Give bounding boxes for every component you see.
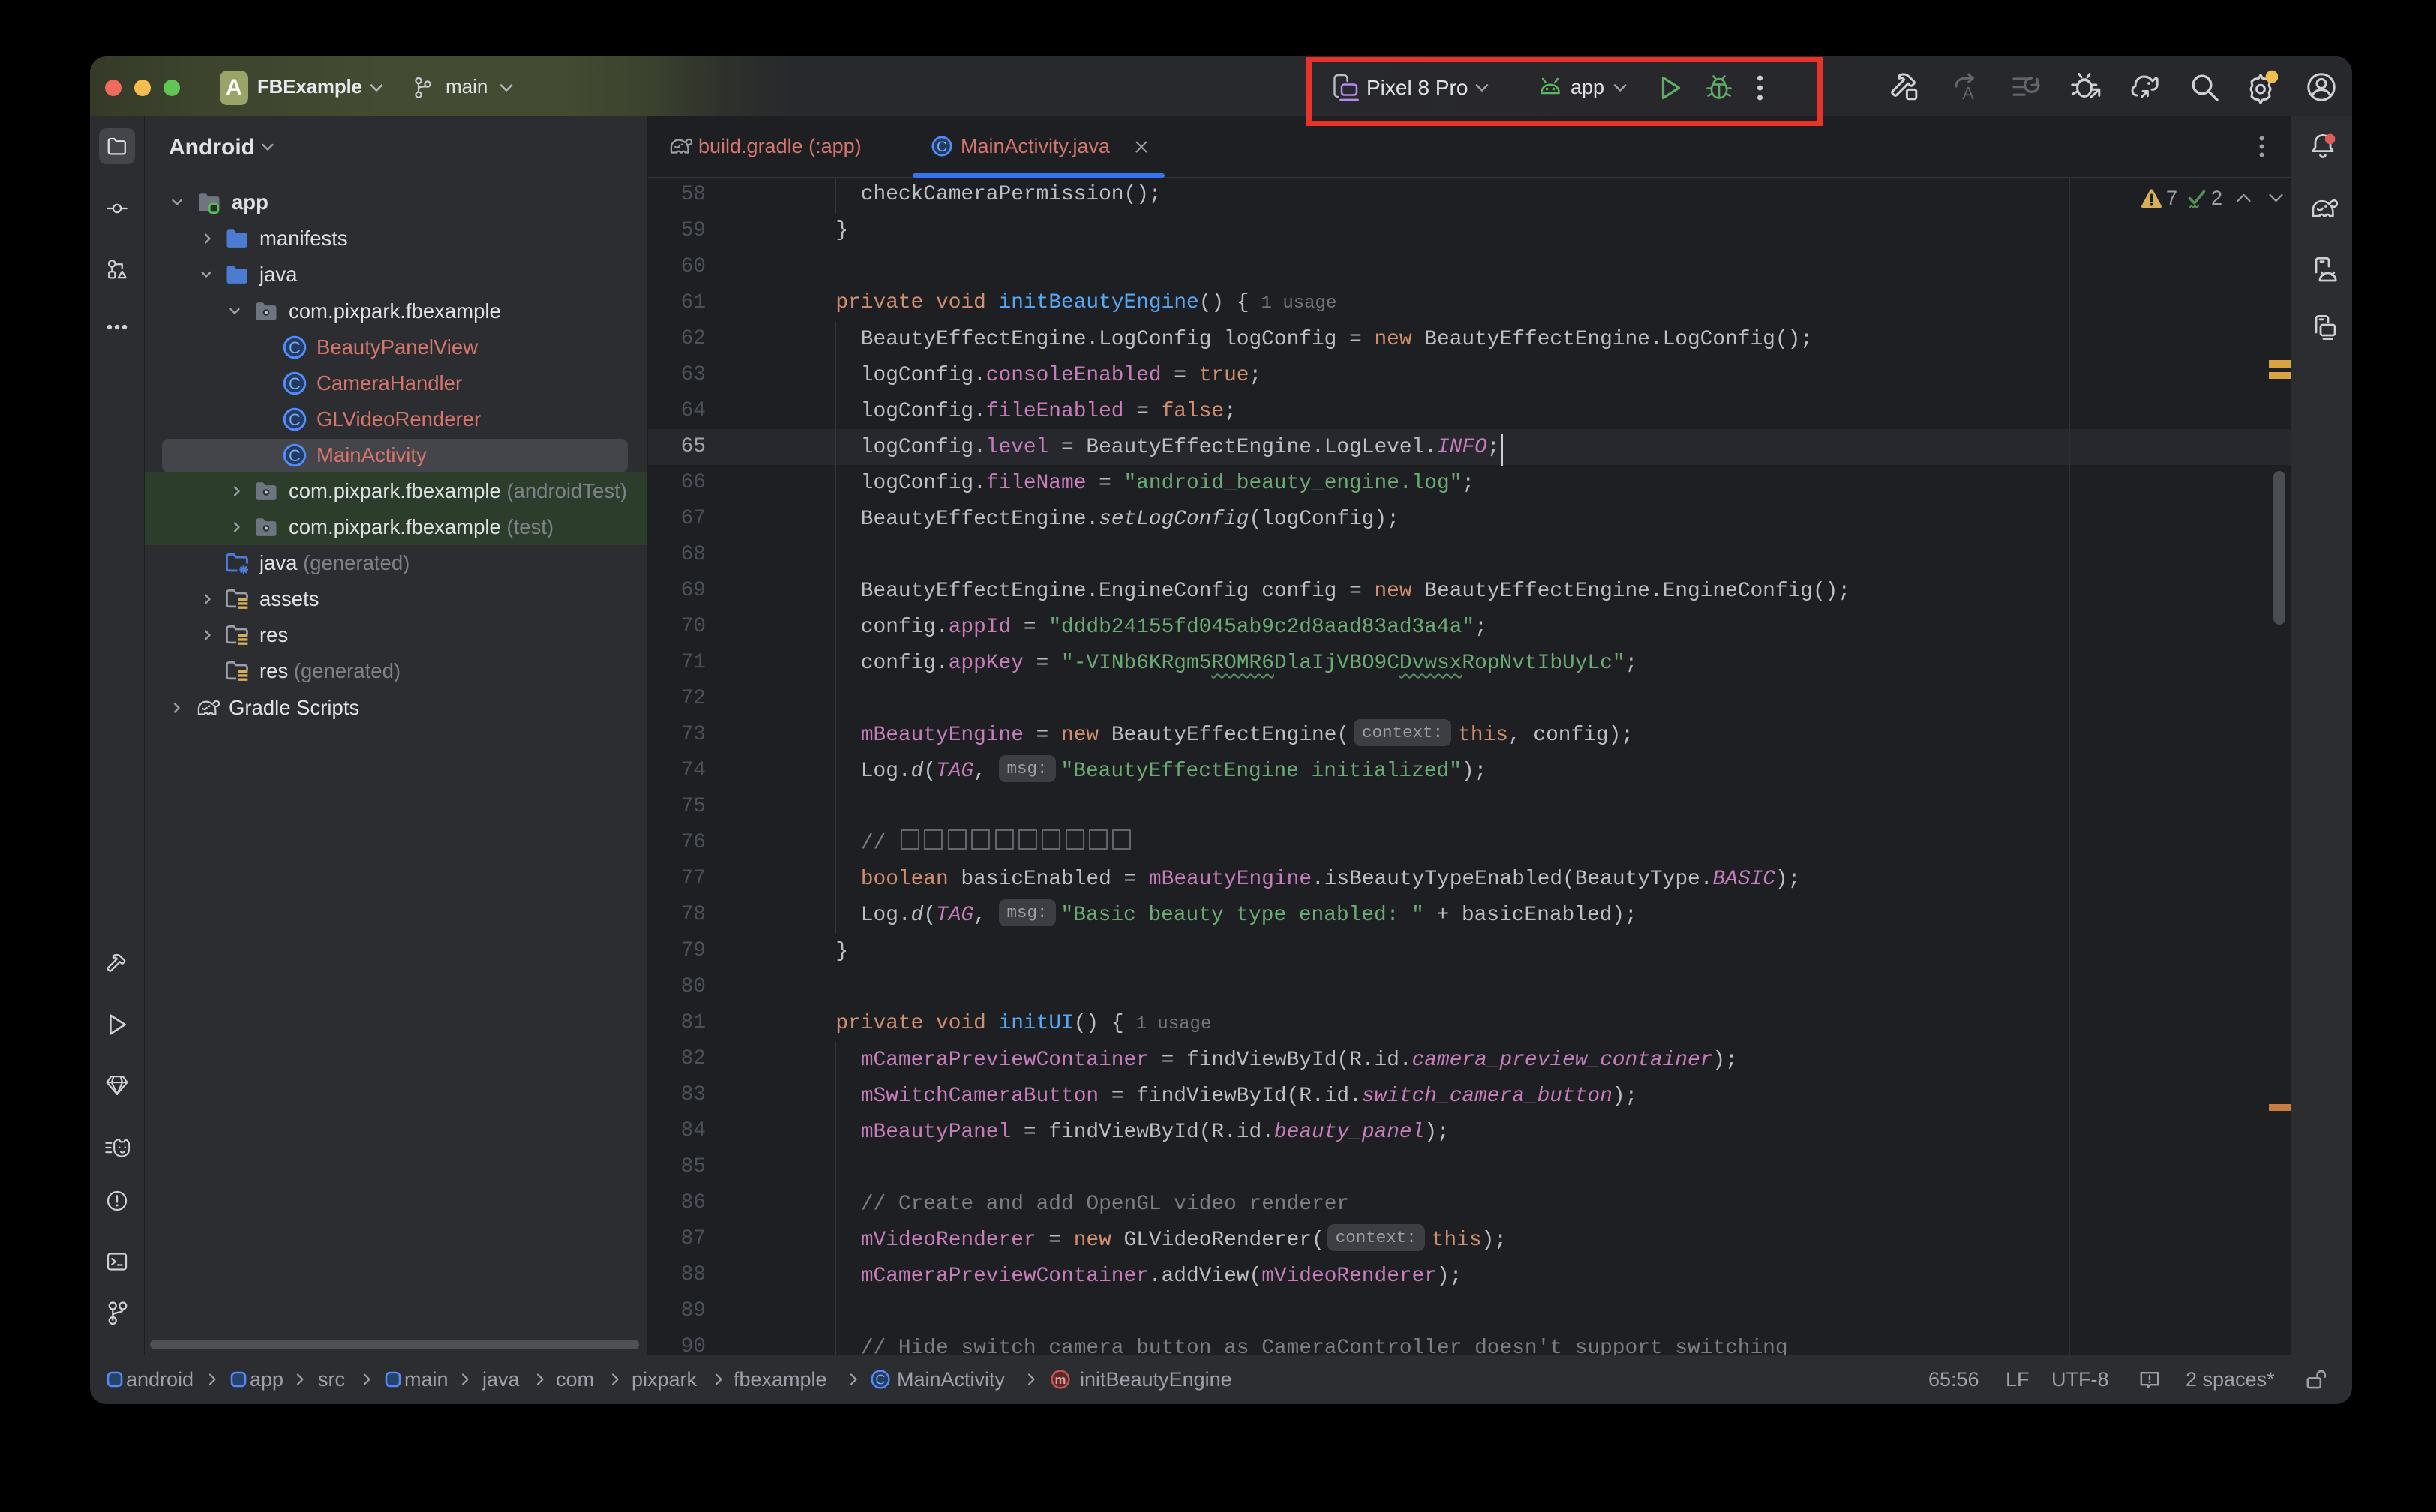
svg-text:C: C: [937, 139, 947, 155]
svg-text:C: C: [289, 446, 301, 465]
svg-text:C: C: [289, 338, 301, 357]
svg-text:C: C: [875, 1372, 885, 1387]
svg-text:C: C: [289, 410, 301, 429]
svg-text:C: C: [289, 374, 301, 393]
svg-text:A: A: [1962, 83, 1974, 103]
svg-text:m: m: [1055, 1372, 1066, 1387]
